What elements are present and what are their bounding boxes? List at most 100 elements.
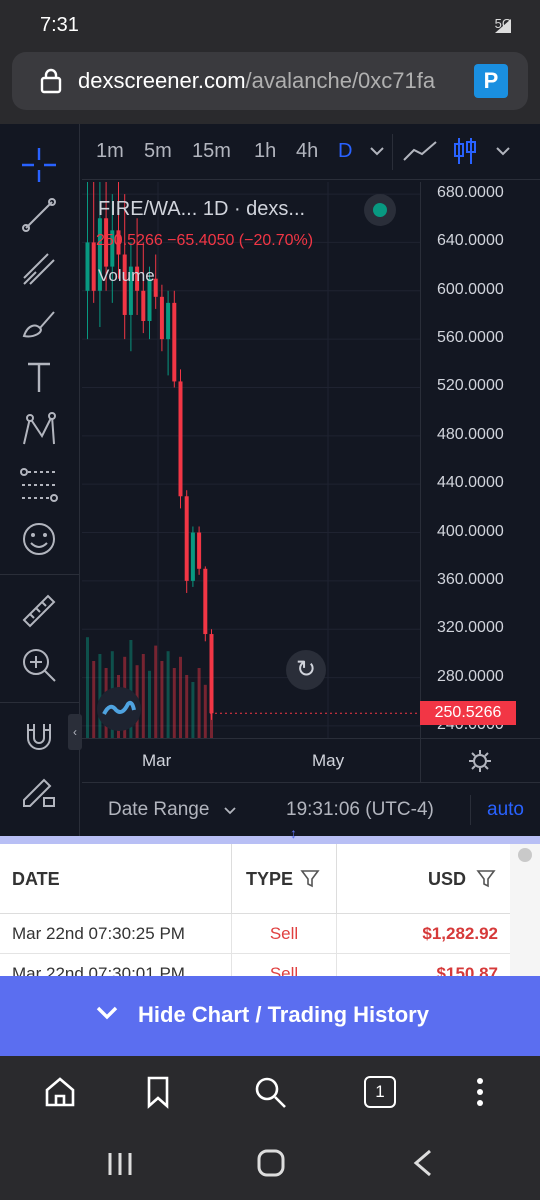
volume-bar — [86, 637, 89, 738]
system-nav-bar — [0, 1128, 540, 1200]
chevron-down-icon — [96, 1006, 118, 1020]
divider — [392, 134, 393, 170]
reset-chart-button[interactable]: ↻ — [286, 650, 326, 690]
price-tick: 640.0000 — [437, 232, 504, 250]
dexscreener-logo-icon[interactable] — [96, 686, 142, 732]
column-header-usd-label: USD — [427, 869, 466, 889]
panel-resize-handle[interactable] — [0, 836, 540, 844]
trade-usd: $150.87 — [337, 954, 510, 976]
trade-type: Sell — [232, 954, 337, 976]
volume-bar — [197, 668, 201, 738]
home-icon[interactable] — [42, 1074, 78, 1110]
home-button-icon[interactable] — [256, 1148, 286, 1178]
volume-bar — [185, 675, 189, 738]
toolbar-divider — [0, 702, 80, 703]
resize-arrows-icon[interactable]: ↕ — [290, 826, 297, 840]
column-header-type-label: TYPE — [246, 869, 294, 889]
date-range-button[interactable]: Date Range — [108, 799, 209, 821]
emoji-icon[interactable] — [18, 518, 60, 560]
search-icon[interactable] — [252, 1074, 288, 1110]
filter-icon[interactable] — [476, 868, 496, 888]
volume-bar — [191, 682, 195, 738]
pattern-icon[interactable] — [18, 410, 60, 452]
volume-bar — [160, 661, 164, 738]
brush-icon[interactable] — [18, 302, 60, 344]
volume-legend: Volume — [98, 266, 155, 285]
pair-title[interactable]: FIRE/WA... 1D · dexs... — [98, 198, 305, 221]
trade-type: Sell — [232, 914, 337, 954]
table-scrollbar[interactable] — [510, 844, 540, 976]
timeframe-bar: 1m 5m 15m 1h 4h D — [82, 124, 540, 180]
volume-bar — [203, 684, 207, 738]
price-change: 250.5266 −65.4050 (−20.70%) — [96, 232, 314, 249]
timeframe-4h[interactable]: 4h — [296, 140, 318, 163]
price-tick: 480.0000 — [437, 425, 504, 443]
trade-usd: $1,282.92 — [337, 914, 510, 954]
candle-body — [141, 290, 146, 321]
scroll-thumb[interactable] — [518, 848, 532, 862]
text-tool-icon[interactable] — [18, 356, 60, 398]
column-header-type[interactable]: TYPE — [232, 844, 337, 914]
auto-scale-toggle[interactable]: auto — [487, 799, 524, 821]
column-header-usd[interactable]: USD — [337, 844, 510, 914]
candle-body — [178, 381, 183, 497]
divider — [420, 739, 421, 783]
ruler-icon[interactable] — [18, 590, 60, 632]
candle-body — [166, 302, 171, 340]
candle-body — [203, 568, 208, 635]
toolbar-divider — [0, 574, 80, 575]
timeframe-d[interactable]: D — [338, 140, 352, 163]
lock-drawings-icon[interactable] — [18, 770, 60, 812]
fib-retracement-icon[interactable] — [18, 248, 60, 290]
volume-bar — [166, 651, 170, 738]
trend-line-icon[interactable] — [18, 194, 60, 236]
trade-date: Mar 22nd 07:30:25 PM — [0, 914, 232, 954]
divider — [470, 795, 471, 825]
price-tick: 680.0000 — [437, 184, 504, 202]
zoom-in-icon[interactable] — [18, 644, 60, 686]
site-icon[interactable]: P — [474, 64, 508, 98]
chevron-down-icon[interactable] — [496, 146, 510, 156]
price-axis[interactable]: 680.0000 640.0000 600.0000 560.0000 520.… — [420, 182, 540, 738]
more-options-icon[interactable] — [462, 1074, 498, 1110]
price-tick: 560.0000 — [437, 329, 504, 347]
chart-footer: Date Range 19:31:06 (UTC-4) auto — [82, 782, 540, 836]
recent-apps-icon[interactable] — [106, 1150, 134, 1178]
volume-bar — [154, 645, 158, 738]
url-host: dexscreener.com — [78, 68, 246, 93]
tabs-button[interactable]: 1 — [364, 1076, 396, 1108]
market-status-indicator[interactable] — [364, 194, 396, 226]
time-axis[interactable]: Mar May — [82, 738, 540, 783]
timeframe-15m[interactable]: 15m — [192, 140, 231, 163]
bookmark-icon[interactable] — [140, 1074, 176, 1110]
lock-icon — [40, 68, 62, 94]
settings-icon[interactable] — [468, 749, 492, 773]
volume-bar — [141, 654, 145, 738]
timeframe-5m[interactable]: 5m — [144, 140, 172, 163]
crosshair-icon[interactable] — [18, 144, 60, 186]
timezone-clock[interactable]: 19:31:06 (UTC-4) — [286, 799, 434, 821]
price-tick: 400.0000 — [437, 522, 504, 540]
price-tick: 320.0000 — [437, 619, 504, 637]
price-tick: 520.0000 — [437, 377, 504, 395]
volume-bar — [172, 668, 176, 738]
candle-body — [209, 634, 214, 714]
timeframe-1m[interactable]: 1m — [96, 140, 124, 163]
timeframe-1h[interactable]: 1h — [254, 140, 276, 163]
toolbar-collapse-toggle[interactable]: ‹ — [68, 714, 82, 750]
prediction-icon[interactable] — [18, 464, 60, 506]
line-chart-icon[interactable] — [402, 140, 438, 162]
magnet-icon[interactable] — [18, 716, 60, 758]
browser-toolbar: dexscreener.com/avalanche/0xc71fa P — [0, 52, 540, 124]
filter-icon[interactable] — [300, 868, 320, 888]
candle-body — [172, 302, 177, 382]
hide-chart-button[interactable]: Hide Chart / Trading History — [0, 976, 540, 1056]
column-header-date[interactable]: DATE — [0, 844, 232, 914]
hide-chart-label: Hide Chart / Trading History — [138, 1002, 429, 1027]
chevron-down-icon[interactable] — [370, 146, 384, 156]
candles-icon[interactable] — [452, 136, 478, 166]
address-bar[interactable]: dexscreener.com/avalanche/0xc71fa P — [12, 52, 528, 110]
back-icon[interactable] — [410, 1148, 436, 1178]
status-time: 7:31 — [40, 14, 79, 36]
trade-date: Mar 22nd 07:30:01 PM — [0, 954, 232, 976]
